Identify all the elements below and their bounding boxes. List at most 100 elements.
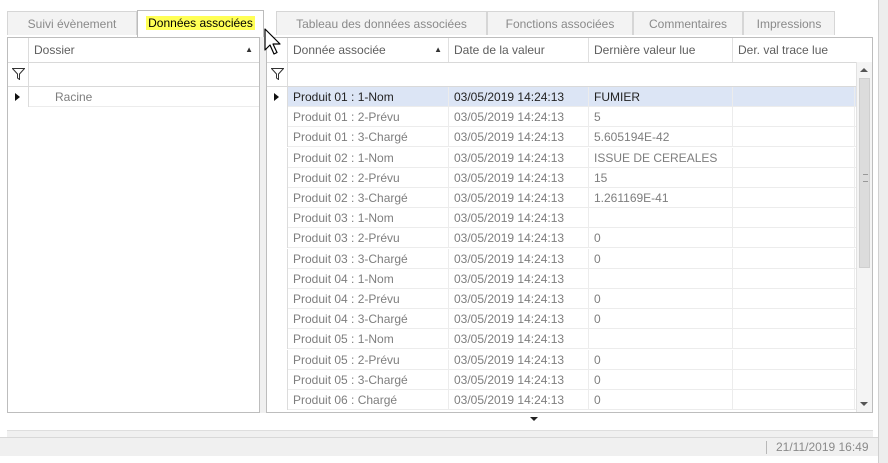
table-row[interactable]: Produit 03 : 3-Chargé 03/05/2019 14:24:13… xyxy=(267,248,872,269)
table-row[interactable]: Produit 01 : 3-Chargé 03/05/2019 14:24:13… xyxy=(267,127,872,148)
cell-derniere-valeur xyxy=(589,208,733,229)
tab-label: Tableau des données associées xyxy=(296,17,467,31)
cell-derniere-valeur xyxy=(589,329,733,350)
cell-trace-valeur xyxy=(733,309,855,330)
expand-down-icon[interactable] xyxy=(530,417,538,421)
row-indicator xyxy=(267,147,288,168)
column-header-label: Der. val trace lue xyxy=(738,43,829,57)
current-row-arrow-icon xyxy=(15,93,20,101)
table-row[interactable]: Produit 05 : 3-Chargé 03/05/2019 14:24:13… xyxy=(267,369,872,390)
row-indicator xyxy=(267,289,288,309)
folder-row[interactable]: Racine xyxy=(8,87,259,107)
cell-trace-valeur xyxy=(733,127,855,148)
column-header-dossier[interactable]: Dossier ▲ xyxy=(29,38,259,62)
table-row[interactable]: Produit 02 : 2-Prévu 03/05/2019 14:24:13 1… xyxy=(267,167,872,188)
data-filter-row xyxy=(267,62,872,87)
cell-donnee-associee: Produit 02 : 2-Prévu xyxy=(288,167,449,188)
tab-donnees-associees[interactable]: Données associées xyxy=(137,10,264,37)
table-row[interactable]: Produit 04 : 1-Nom 03/05/2019 14:24:13 xyxy=(267,268,872,289)
table-row[interactable]: Produit 01 : 2-Prévu 03/05/2019 14:24:13 5 xyxy=(267,107,872,128)
cell-trace-valeur xyxy=(733,167,855,188)
scrollbar-thumb[interactable] xyxy=(859,78,870,268)
cell-donnee-associee: Produit 06 : Chargé xyxy=(288,390,449,410)
folder-name: Racine xyxy=(55,90,93,104)
row-indicator xyxy=(267,349,288,370)
tab-suivi-evenement[interactable]: Suivi évènement xyxy=(7,11,137,35)
table-row[interactable]: Produit 05 : 1-Nom 03/05/2019 14:24:13 xyxy=(267,329,872,350)
cell-date-valeur: 03/05/2019 14:24:13 xyxy=(449,167,589,188)
cell-date-valeur: 03/05/2019 14:24:13 xyxy=(449,329,589,350)
vertical-scrollbar[interactable] xyxy=(856,62,872,412)
cell-donnee-associee: Produit 01 : 3-Chargé xyxy=(288,127,449,148)
tab-commentaires[interactable]: Commentaires xyxy=(633,11,743,35)
cell-date-valeur: 03/05/2019 14:24:13 xyxy=(449,107,589,128)
cell-date-valeur: 03/05/2019 14:24:13 xyxy=(449,289,589,309)
cell-date-valeur: 03/05/2019 14:24:13 xyxy=(449,268,589,289)
table-row[interactable]: Produit 02 : 1-Nom 03/05/2019 14:24:13 ISS… xyxy=(267,147,872,168)
cell-date-valeur: 03/05/2019 14:24:13 xyxy=(449,188,589,208)
cell-donnee-associee: Produit 05 : 3-Chargé xyxy=(288,369,449,390)
cell-date-valeur: 03/05/2019 14:24:13 xyxy=(449,208,589,229)
cell-trace-valeur xyxy=(733,349,855,370)
window-right-frame xyxy=(878,0,888,463)
mouse-pointer-icon xyxy=(264,28,281,55)
status-datetime: 21/11/2019 16:49 xyxy=(776,440,869,454)
row-indicator xyxy=(267,329,288,350)
cell-derniere-valeur: FUMIER xyxy=(589,87,733,107)
table-row[interactable]: Produit 02 : 3-Chargé 03/05/2019 14:24:13… xyxy=(267,188,872,208)
scroll-down-icon[interactable] xyxy=(860,402,868,406)
status-bar: 21/11/2019 16:49 xyxy=(0,437,878,456)
table-row[interactable]: Produit 03 : 2-Prévu 03/05/2019 14:24:13 0 xyxy=(267,228,872,249)
cell-date-valeur: 03/05/2019 14:24:13 xyxy=(449,87,589,107)
column-header-label: Donnée associée xyxy=(293,43,386,57)
column-header-date-valeur[interactable]: Date de la valeur xyxy=(449,38,589,62)
column-header-donnee-associee[interactable]: Donnée associée ▲ xyxy=(288,38,449,62)
cell-donnee-associee: Produit 03 : 1-Nom xyxy=(288,208,449,229)
folder-filter-row xyxy=(8,62,259,87)
table-row[interactable]: Produit 06 : Chargé 03/05/2019 14:24:13 0 xyxy=(267,390,872,410)
tab-label: Suivi évènement xyxy=(27,17,117,31)
cell-derniere-valeur: 0 xyxy=(589,248,733,269)
tab-tableau-donnees-associees[interactable]: Tableau des données associées xyxy=(276,11,487,35)
tab-fonctions-associees[interactable]: Fonctions associées xyxy=(487,11,633,35)
data-filter-input[interactable] xyxy=(288,62,853,86)
cell-trace-valeur xyxy=(733,329,855,350)
cell-donnee-associee: Produit 02 : 1-Nom xyxy=(288,147,449,168)
filter-funnel-icon[interactable] xyxy=(8,62,29,86)
sort-up-icon: ▲ xyxy=(434,45,442,54)
table-row[interactable]: Produit 04 : 3-Chargé 03/05/2019 14:24:13… xyxy=(267,309,872,330)
row-indicator xyxy=(267,248,288,269)
cell-donnee-associee: Produit 04 : 3-Chargé xyxy=(288,309,449,330)
folder-filter-input[interactable] xyxy=(29,62,259,86)
cell-derniere-valeur: 0 xyxy=(589,228,733,249)
table-row[interactable]: Produit 04 : 2-Prévu 03/05/2019 14:24:13 0 xyxy=(267,289,872,309)
cell-derniere-valeur: 0 xyxy=(589,289,733,309)
cell-donnee-associee: Produit 03 : 3-Chargé xyxy=(288,248,449,269)
tab-label: Commentaires xyxy=(648,17,728,31)
cell-date-valeur: 03/05/2019 14:24:13 xyxy=(449,147,589,168)
cell-date-valeur: 03/05/2019 14:24:13 xyxy=(449,309,589,330)
cell-trace-valeur xyxy=(733,289,855,309)
cell-donnee-associee: Produit 03 : 2-Prévu xyxy=(288,228,449,249)
scroll-up-icon[interactable] xyxy=(860,68,868,72)
tab-label: Fonctions associées xyxy=(505,17,615,31)
column-header-trace-valeur[interactable]: Der. val trace lue xyxy=(733,38,855,62)
current-row-arrow-icon xyxy=(274,93,279,101)
tab-impressions[interactable]: Impressions xyxy=(743,11,835,35)
row-indicator xyxy=(267,309,288,330)
cell-trace-valeur xyxy=(733,208,855,229)
filter-funnel-icon[interactable] xyxy=(267,62,288,86)
folder-grid: Dossier ▲ Racine xyxy=(7,37,260,413)
row-indicator xyxy=(8,87,29,107)
cell-derniere-valeur: 0 xyxy=(589,309,733,330)
column-header-derniere-valeur[interactable]: Dernière valeur lue xyxy=(589,38,733,62)
cell-derniere-valeur: 0 xyxy=(589,369,733,390)
table-row[interactable]: Produit 03 : 1-Nom 03/05/2019 14:24:13 xyxy=(267,208,872,229)
table-row[interactable]: Produit 01 : 1-Nom 03/05/2019 14:24:13 FUM… xyxy=(267,87,872,107)
tab-label: Impressions xyxy=(756,17,822,31)
row-indicator xyxy=(267,167,288,188)
table-row[interactable]: Produit 05 : 2-Prévu 03/05/2019 14:24:13 0 xyxy=(267,349,872,370)
row-indicator xyxy=(267,87,288,107)
cell-date-valeur: 03/05/2019 14:24:13 xyxy=(449,369,589,390)
cell-derniere-valeur: 0 xyxy=(589,349,733,370)
